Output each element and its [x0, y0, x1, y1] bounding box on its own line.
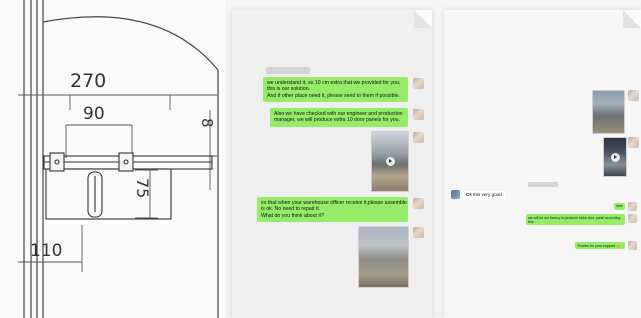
video-installation-2[interactable] — [603, 137, 627, 177]
contact-avatar[interactable] — [451, 190, 460, 199]
avatar[interactable] — [413, 78, 424, 89]
message-bubble-2: Also we have checked with our engineer a… — [270, 108, 408, 127]
play-icon — [385, 157, 395, 166]
play-icon — [610, 152, 620, 162]
post-lines — [23, 0, 44, 318]
dim-label-270: 270 — [70, 70, 106, 92]
message-2-line-2: manager, we will produce extra 10 door p… — [274, 117, 401, 124]
avatar[interactable] — [413, 198, 424, 209]
chat-screenshot-left: we understand it, so 10 cm extra that we… — [232, 10, 432, 318]
incoming-message: Ok this very good — [462, 191, 506, 199]
dim-270-lines — [18, 94, 218, 110]
message-bubble-1: we understand it, so 10 cm extra that we… — [263, 77, 408, 103]
photo-worker-door[interactable] — [371, 131, 409, 192]
drawing-svg: 270 90 8 75 110 — [18, 0, 219, 318]
technical-drawing: 270 90 8 75 110 — [0, 0, 225, 318]
avatar[interactable] — [628, 90, 639, 101]
dim-label-8: 8 — [198, 118, 216, 128]
message-thanks-text: Thanks for your support — [577, 243, 615, 248]
message-factory: we will let our factory to produce extra… — [526, 214, 625, 226]
avatar[interactable] — [628, 202, 637, 211]
avatar[interactable] — [413, 109, 424, 120]
avatar[interactable] — [628, 137, 639, 148]
avatar[interactable] — [628, 214, 637, 223]
smile-emoji-icon: 😊 — [615, 243, 621, 248]
timestamp-pill — [266, 67, 310, 74]
message-thanks: Thanks for your support 😊 — [575, 242, 625, 249]
photo-installation-1[interactable] — [592, 90, 625, 134]
avatar[interactable] — [628, 241, 637, 250]
dim-label-90: 90 — [83, 104, 105, 124]
rail-assembly — [43, 152, 213, 220]
chat-screenshot-right: Ok this very good nice we will let our f… — [444, 10, 641, 318]
curved-outline — [42, 16, 219, 71]
message-nice: nice — [614, 203, 625, 210]
timestamp-pill — [528, 182, 558, 187]
message-3-line-3: What do you think about it? — [261, 212, 324, 219]
message-bubble-3: so that when your warehouse officer rece… — [257, 197, 408, 223]
avatar[interactable] — [413, 227, 424, 238]
avatar[interactable] — [413, 132, 424, 143]
dim-label-110: 110 — [30, 241, 62, 261]
message-1-line-3: And if other place need it, please send … — [267, 92, 400, 99]
dim-label-75: 75 — [133, 178, 152, 198]
photo-door-panel[interactable] — [358, 226, 409, 288]
